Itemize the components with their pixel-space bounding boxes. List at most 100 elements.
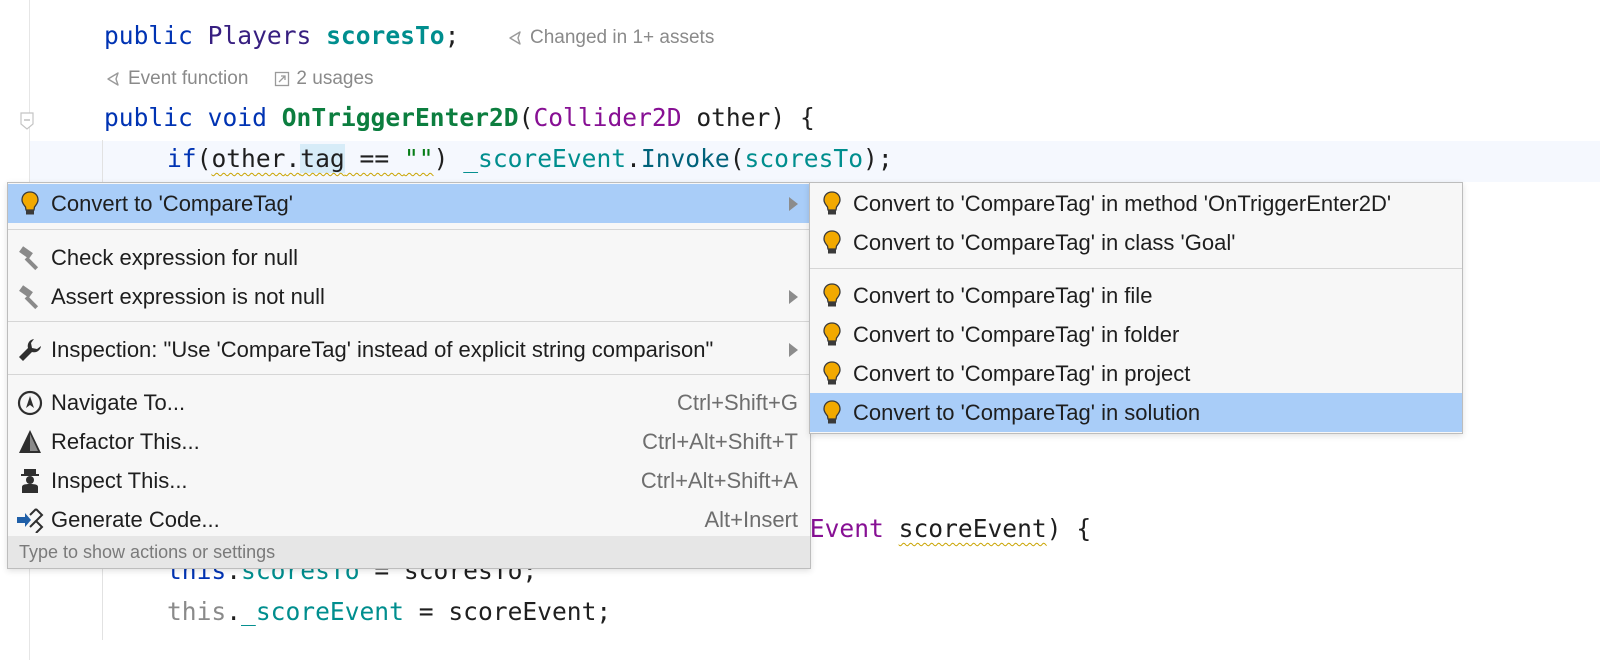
lightbulb-icon (818, 399, 846, 427)
submenu-item-solution[interactable]: Convert to 'CompareTag' in solution (810, 393, 1462, 432)
dot: . (626, 144, 641, 173)
menu-item-label: Convert to 'CompareTag' (51, 190, 293, 216)
keyword: this (167, 597, 227, 626)
menu-item-refactor-this[interactable]: Refactor This... Ctrl+Alt+Shift+T (8, 422, 810, 461)
brace: ) { (1046, 514, 1092, 543)
event-function-hint[interactable]: Event function 2 usages (106, 68, 374, 90)
menu-item-label: Refactor This... (51, 428, 200, 454)
field-ref: _scoreEvent (463, 144, 627, 173)
code-line-field-decl[interactable]: public Players scoresTo; (104, 21, 459, 51)
fold-icon[interactable] (20, 112, 34, 130)
usages-icon (275, 71, 290, 87)
submenu-arrow-icon (789, 196, 798, 211)
menu-separator (8, 321, 810, 322)
hammer-icon (16, 283, 44, 311)
wrench-icon (16, 336, 44, 364)
menu-item-label: Inspection: "Use 'CompareTag' instead of… (51, 336, 714, 362)
menu-separator (8, 374, 810, 375)
refactor-icon (16, 428, 44, 456)
identifier-tag: tag (300, 144, 345, 173)
menu-item-label: Generate Code... (51, 506, 220, 532)
submenu-arrow-icon (789, 289, 798, 304)
submenu-arrow-icon (789, 342, 798, 357)
lightbulb-icon (818, 282, 846, 310)
field-name: scoresTo (326, 21, 445, 50)
inspect-icon (16, 467, 44, 495)
unity-icon (509, 31, 521, 45)
paren: ( (196, 144, 212, 173)
submenu-item-label: Convert to 'CompareTag' in file (853, 282, 1153, 308)
convert-comparetag-submenu[interactable]: Convert to 'CompareTag' in method 'OnTri… (809, 182, 1463, 434)
menu-item-assert-not-null[interactable]: Assert expression is not null (8, 277, 810, 316)
menu-item-label: Check expression for null (51, 244, 299, 270)
usages-text: 2 usages (296, 68, 374, 89)
lightbulb-icon (818, 321, 846, 349)
asset-changes-hint[interactable]: Changed in 1+ assets (508, 27, 714, 49)
submenu-item-folder[interactable]: Convert to 'CompareTag' in folder (810, 315, 1462, 354)
param-name: scoreEvent (898, 514, 1047, 543)
generate-icon (16, 506, 44, 534)
code-line-if[interactable]: if(other.tag == "") _scoreEvent.Invoke(s… (167, 144, 893, 174)
lightbulb-icon (818, 229, 846, 257)
menu-item-label: Inspect This... (51, 467, 188, 493)
menu-item-generate-code[interactable]: Generate Code... Alt+Insert (8, 500, 810, 539)
event-function-text: Event function (128, 68, 249, 89)
navigate-icon (16, 389, 44, 417)
menu-item-convert-comparetag[interactable]: Convert to 'CompareTag' (8, 184, 810, 223)
keyword: if (167, 144, 197, 173)
field-ref: _scoreEvent (241, 597, 404, 626)
keyword: void (207, 103, 267, 132)
method-call: Invoke (640, 144, 730, 173)
submenu-item-label: Convert to 'CompareTag' in solution (853, 399, 1201, 425)
paren: ) (433, 144, 464, 173)
code-line-assign-2[interactable]: this._scoreEvent = scoreEvent; (167, 597, 611, 627)
submenu-item-project[interactable]: Convert to 'CompareTag' in project (810, 354, 1462, 393)
keyword: public (104, 103, 193, 132)
keyword: public (104, 21, 193, 50)
code-line-ctor[interactable]: eEvent scoreEvent) { (795, 514, 1091, 544)
menu-item-label: Assert expression is not null (51, 283, 325, 309)
field-ref: scoresTo (744, 144, 864, 173)
identifier: other (211, 144, 286, 173)
unity-icon (107, 72, 119, 86)
hammer-icon (16, 244, 44, 272)
type-name: Players (207, 21, 312, 50)
context-actions-menu[interactable]: Convert to 'CompareTag' Check expression… (7, 182, 811, 569)
submenu-item-label: Convert to 'CompareTag' in class 'Goal' (853, 229, 1236, 255)
submenu-item-file[interactable]: Convert to 'CompareTag' in file (810, 276, 1462, 315)
menu-item-check-null[interactable]: Check expression for null (8, 238, 810, 277)
lightbulb-icon (818, 360, 846, 388)
lightbulb-icon (16, 190, 44, 218)
menu-item-inspection[interactable]: Inspection: "Use 'CompareTag' instead of… (8, 330, 810, 369)
submenu-item-label: Convert to 'CompareTag' in method 'OnTri… (853, 190, 1392, 216)
dot: . (226, 597, 242, 626)
menu-item-shortcut: Alt+Insert (704, 506, 798, 532)
submenu-item-class[interactable]: Convert to 'CompareTag' in class 'Goal' (810, 223, 1462, 262)
lightbulb-icon (818, 190, 846, 218)
menu-separator (810, 268, 1462, 269)
dot: . (285, 144, 301, 173)
param-rest: other) { (681, 103, 815, 132)
menu-separator (8, 229, 810, 230)
paren: ( (518, 103, 534, 132)
warning-span[interactable]: other.tag == "" (211, 144, 434, 173)
menu-item-shortcut: Ctrl+Alt+Shift+T (642, 428, 798, 454)
menu-item-navigate-to[interactable]: Navigate To... Ctrl+Shift+G (8, 383, 810, 422)
menu-item-inspect-this[interactable]: Inspect This... Ctrl+Alt+Shift+A (8, 461, 810, 500)
method-name: OnTriggerEnter2D (281, 103, 519, 132)
menu-item-label: Navigate To... (51, 389, 186, 415)
submenu-item-label: Convert to 'CompareTag' in folder (853, 321, 1180, 347)
submenu-item-label: Convert to 'CompareTag' in project (853, 360, 1191, 386)
semicolon: ; (444, 21, 460, 50)
menu-footer-hint: Type to show actions or settings (8, 536, 810, 568)
statement-end: ); (863, 144, 893, 173)
operator: == (344, 144, 404, 173)
submenu-item-method[interactable]: Convert to 'CompareTag' in method 'OnTri… (810, 184, 1462, 223)
assignment: = scoreEvent; (403, 597, 612, 626)
asset-changes-text: Changed in 1+ assets (530, 27, 715, 48)
menu-item-shortcut: Ctrl+Alt+Shift+A (640, 467, 798, 493)
string-literal: "" (403, 144, 434, 173)
paren: ( (729, 144, 745, 173)
code-line-method-decl[interactable]: public void OnTriggerEnter2D(Collider2D … (104, 103, 815, 133)
menu-item-shortcut: Ctrl+Shift+G (676, 389, 798, 415)
